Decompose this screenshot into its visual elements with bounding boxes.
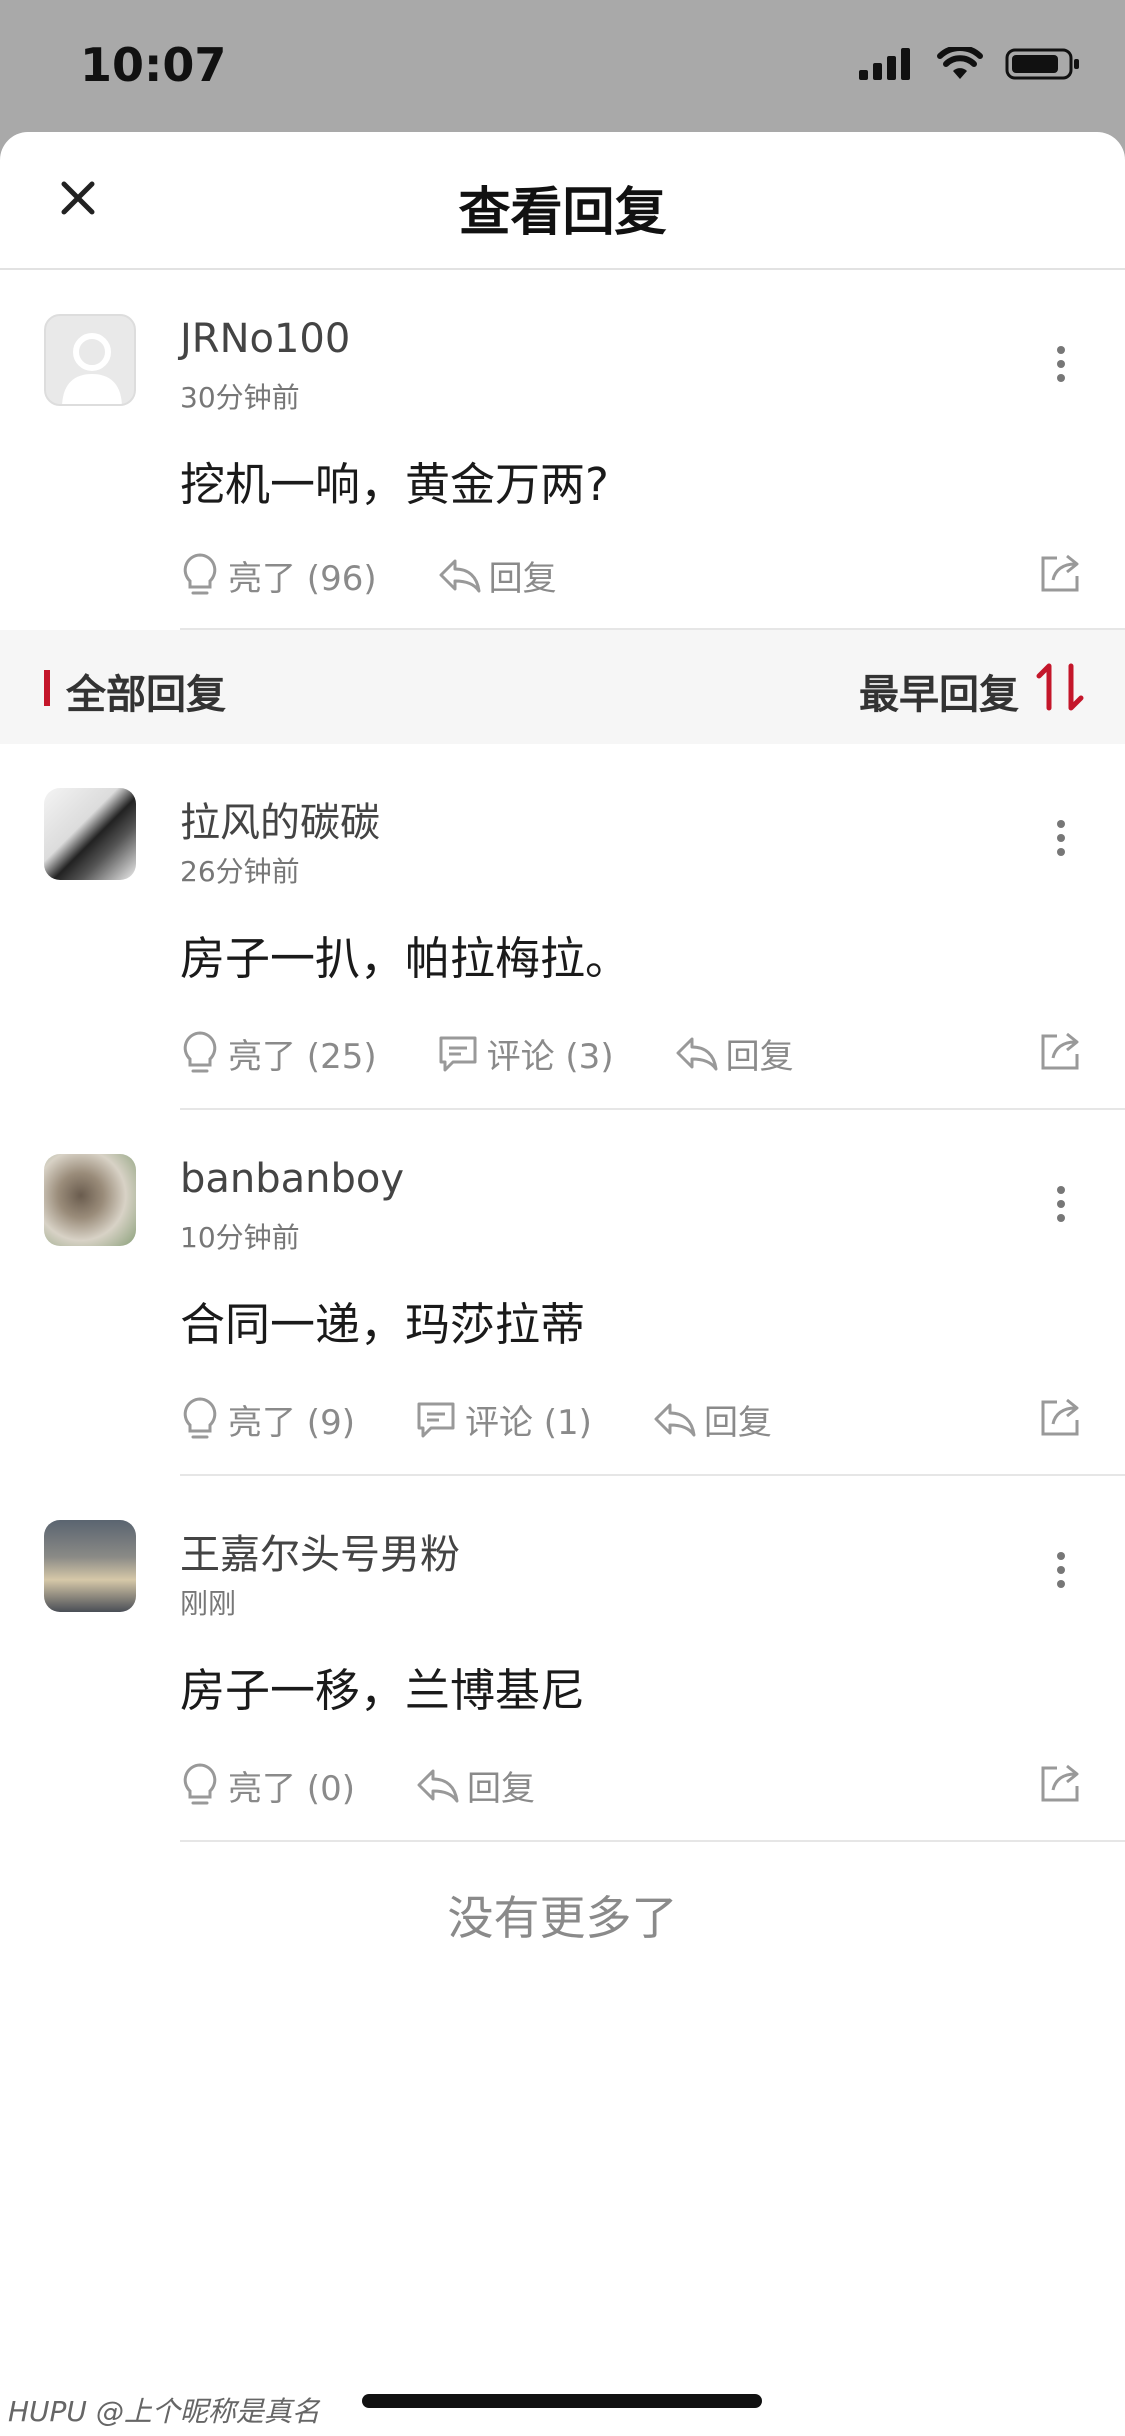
- reply-label: 回复: [466, 1768, 535, 1809]
- reply-time: 10分钟前: [180, 1221, 300, 1254]
- reply-sheet: 查看回复 JRNo100 30分钟前 挖机一响，黄金万两? 亮了 (96) 回复…: [0, 132, 1125, 2436]
- share-icon[interactable]: [1037, 1026, 1085, 1074]
- reply-actions: 亮了 (0) 回复: [180, 1760, 595, 1810]
- reply-time: 刚刚: [180, 1587, 237, 1620]
- comment-icon: [417, 1402, 455, 1438]
- post-content: 挖机一响，黄金万两?: [180, 458, 609, 511]
- reply-icon: [654, 1403, 696, 1437]
- reply-content: 房子一移，兰博基尼: [180, 1664, 586, 1717]
- reply-icon: [417, 1769, 459, 1803]
- lightbulb-icon: [183, 553, 217, 595]
- reply-actions: 亮了 (25) 评论 (3) 回复: [180, 1028, 854, 1078]
- wifi-icon: [937, 47, 983, 79]
- username[interactable]: JRNo100: [180, 316, 350, 362]
- share-icon[interactable]: [1037, 548, 1085, 596]
- lightbulb-icon: [183, 1763, 217, 1805]
- reply-button[interactable]: 回复: [437, 551, 557, 600]
- no-more-text: 没有更多了: [447, 1891, 678, 1945]
- more-icon[interactable]: [1055, 344, 1067, 384]
- reply-button[interactable]: 回复: [652, 1395, 772, 1444]
- username[interactable]: 拉风的碳碳: [180, 790, 380, 848]
- avatar[interactable]: [44, 788, 136, 880]
- reply-button[interactable]: 回复: [674, 1029, 794, 1078]
- status-bar: 10:07: [0, 0, 1125, 132]
- default-avatar-icon: [62, 333, 122, 404]
- comment-count: 评论 (3): [486, 1036, 614, 1077]
- status-time: 10:07: [80, 38, 227, 92]
- light-button[interactable]: 亮了 (96): [180, 551, 377, 600]
- reply-content: 房子一扒，帕拉梅拉。: [180, 932, 631, 985]
- light-count: 亮了 (96): [228, 558, 377, 599]
- home-indicator[interactable]: [362, 2394, 762, 2408]
- page-title: 查看回复: [458, 183, 667, 243]
- status-icons: [859, 46, 1081, 82]
- sort-icon[interactable]: [1033, 660, 1087, 714]
- comment-icon: [439, 1036, 477, 1072]
- reply-content: 合同一递，玛莎拉蒂: [180, 1298, 586, 1351]
- section-title: 全部回复: [66, 672, 226, 718]
- nav-bar: 查看回复: [0, 132, 1125, 270]
- light-count: 亮了 (9): [228, 1402, 355, 1443]
- more-icon[interactable]: [1055, 1184, 1067, 1224]
- reply-label: 回复: [488, 558, 557, 599]
- post-time: 30分钟前: [180, 381, 300, 414]
- section-accent-bar: [44, 670, 50, 706]
- post-actions: 亮了 (96) 回复: [180, 550, 617, 600]
- main-post: JRNo100 30分钟前 挖机一响，黄金万两? 亮了 (96) 回复: [0, 270, 1125, 630]
- battery-icon: [1005, 48, 1079, 80]
- watermark: HUPU @上个昵称是真名: [8, 2395, 320, 2428]
- reply-time: 26分钟前: [180, 855, 300, 888]
- signal-icon: [859, 48, 910, 80]
- reply-label: 回复: [725, 1036, 794, 1077]
- share-icon[interactable]: [1037, 1392, 1085, 1440]
- light-count: 亮了 (0): [228, 1768, 355, 1809]
- reply-label: 回复: [703, 1402, 772, 1443]
- sort-button[interactable]: 最早回复: [859, 662, 1019, 720]
- lightbulb-icon: [183, 1397, 217, 1439]
- section-header: 全部回复 最早回复: [0, 630, 1125, 744]
- reply-actions: 亮了 (9) 评论 (1) 回复: [180, 1394, 832, 1444]
- light-count: 亮了 (25): [228, 1036, 377, 1077]
- share-icon[interactable]: [1037, 1758, 1085, 1806]
- comment-button[interactable]: 评论 (1): [415, 1395, 592, 1444]
- reply-item: 拉风的碳碳 26分钟前 房子一扒，帕拉梅拉。 亮了 (25) 评论 (3) 回复: [0, 744, 1125, 1110]
- light-button[interactable]: 亮了 (0): [180, 1761, 355, 1810]
- avatar[interactable]: [44, 1520, 136, 1612]
- reply-icon: [439, 559, 481, 593]
- avatar[interactable]: [44, 1154, 136, 1246]
- reply-item: 王嘉尔头号男粉 刚刚 房子一移，兰博基尼 亮了 (0) 回复: [0, 1476, 1125, 1842]
- light-button[interactable]: 亮了 (9): [180, 1395, 355, 1444]
- more-icon[interactable]: [1055, 1550, 1067, 1590]
- reply-item: banbanboy 10分钟前 合同一递，玛莎拉蒂 亮了 (9) 评论 (1): [0, 1110, 1125, 1476]
- username[interactable]: banbanboy: [180, 1156, 404, 1202]
- light-button[interactable]: 亮了 (25): [180, 1029, 377, 1078]
- reply-icon: [676, 1037, 718, 1071]
- divider: [180, 1840, 1125, 1842]
- more-icon[interactable]: [1055, 818, 1067, 858]
- username[interactable]: 王嘉尔头号男粉: [180, 1522, 460, 1580]
- comment-button[interactable]: 评论 (3): [437, 1029, 614, 1078]
- avatar[interactable]: [44, 314, 136, 406]
- reply-button[interactable]: 回复: [415, 1761, 535, 1810]
- lightbulb-icon: [183, 1031, 217, 1073]
- comment-count: 评论 (1): [464, 1402, 592, 1443]
